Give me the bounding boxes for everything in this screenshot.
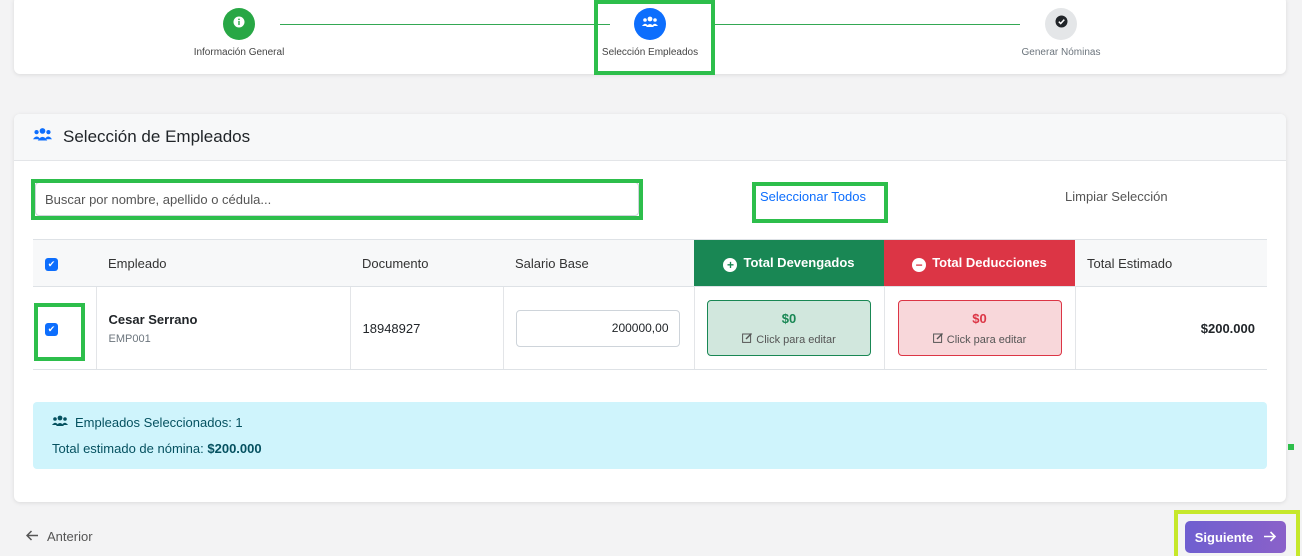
select-all-button[interactable]: Seleccionar Todos — [760, 189, 866, 204]
summary-title: Empleados Seleccionados: 1 — [52, 415, 1248, 430]
total-estimated-cell: $200.000 — [1075, 286, 1267, 370]
summary-total-label: Total estimado de nómina: — [52, 441, 204, 456]
minus-circle-icon: − — [912, 257, 927, 272]
previous-button[interactable]: Anterior — [25, 529, 93, 544]
edit-hint: Click para editar — [708, 332, 870, 346]
table-header-row: ✔ Empleado Documento Salario Base + Total… — [33, 239, 1267, 287]
plus-circle-icon: + — [723, 257, 738, 272]
selection-summary: Empleados Seleccionados: 1 Total estimad… — [33, 402, 1267, 469]
table-row: ✔ Cesar Serrano EMP001 18948927 $0 Click… — [33, 286, 1267, 370]
employees-table: ✔ Empleado Documento Salario Base + Total… — [33, 239, 1267, 370]
step-informacion-general[interactable]: Información General — [149, 8, 329, 58]
column-header-label: Total Devengados — [743, 254, 855, 270]
step-label: Generar Nóminas — [1021, 47, 1101, 58]
next-label: Siguiente — [1194, 529, 1254, 545]
edit-icon — [742, 333, 753, 346]
step-generar-nominas[interactable]: Generar Nóminas — [971, 8, 1151, 58]
earnings-cell: $0 Click para editar — [694, 286, 885, 370]
base-salary-cell — [503, 286, 695, 370]
step-circle — [634, 8, 666, 40]
summary-total-value: $200.000 — [207, 441, 262, 456]
previous-label: Anterior — [47, 529, 93, 544]
select-all-checkbox[interactable]: ✔ — [45, 258, 58, 271]
column-header-label: Total Deducciones — [932, 254, 1047, 270]
column-header-document: Documento — [350, 239, 503, 287]
selected-count: Empleados Seleccionados: 1 — [75, 415, 243, 430]
row-checkbox-cell[interactable]: ✔ — [33, 286, 97, 370]
arrow-left-icon — [25, 529, 39, 544]
employee-name: Cesar Serrano — [108, 311, 198, 327]
employee-cell: Cesar Serrano EMP001 — [96, 286, 351, 370]
edit-hint-label: Click para editar — [946, 334, 1027, 346]
step-label: Selección Empleados — [601, 47, 699, 58]
deductions-value: $0 — [972, 311, 987, 326]
base-salary-input[interactable] — [515, 309, 680, 347]
employee-code: EMP001 — [108, 332, 151, 345]
clear-selection-button[interactable]: Limpiar Selección — [1065, 189, 1168, 204]
check-circle-icon — [1055, 15, 1068, 33]
step-circle — [223, 8, 255, 40]
marker-dot — [1288, 444, 1294, 450]
users-icon — [33, 127, 52, 147]
column-header-total-earnings: + Total Devengados — [694, 239, 884, 287]
search-input[interactable] — [35, 182, 639, 216]
step-seleccion-empleados[interactable]: Selección Empleados — [560, 8, 740, 58]
card-header: Selección de Empleados — [14, 114, 1286, 161]
column-header-total-estimated: Total Estimado — [1075, 239, 1267, 287]
edit-hint-label: Click para editar — [756, 334, 836, 346]
arrow-right-icon — [1263, 530, 1277, 545]
deductions-cell: $0 Click para editar — [884, 286, 1076, 370]
earnings-value: $0 — [781, 311, 797, 326]
step-circle — [1045, 8, 1077, 40]
info-icon — [233, 15, 245, 33]
select-all-checkbox-cell[interactable]: ✔ — [33, 239, 96, 287]
card-title: Selección de Empleados — [63, 127, 251, 146]
column-header-employee: Empleado — [96, 239, 350, 287]
employee-selection-card: Selección de Empleados Seleccionar Todos… — [14, 114, 1286, 502]
summary-total: Total estimado de nómina: $200.000 — [52, 441, 1248, 456]
edit-earnings-button[interactable]: $0 Click para editar — [707, 300, 871, 356]
edit-icon — [932, 333, 944, 346]
next-button[interactable]: Siguiente — [1185, 521, 1286, 553]
document-cell: 18948927 — [350, 286, 504, 370]
column-header-base-salary: Salario Base — [503, 239, 694, 287]
column-header-total-deductions: − Total Deducciones — [884, 239, 1075, 287]
users-icon — [642, 15, 658, 33]
edit-hint: Click para editar — [899, 332, 1061, 346]
edit-deductions-button[interactable]: $0 Click para editar — [897, 300, 1062, 356]
step-label: Información General — [193, 47, 285, 58]
wizard-stepper: Información General Selección Empleados … — [14, 0, 1286, 74]
row-checkbox[interactable]: ✔ — [45, 323, 58, 336]
users-icon — [52, 415, 68, 430]
